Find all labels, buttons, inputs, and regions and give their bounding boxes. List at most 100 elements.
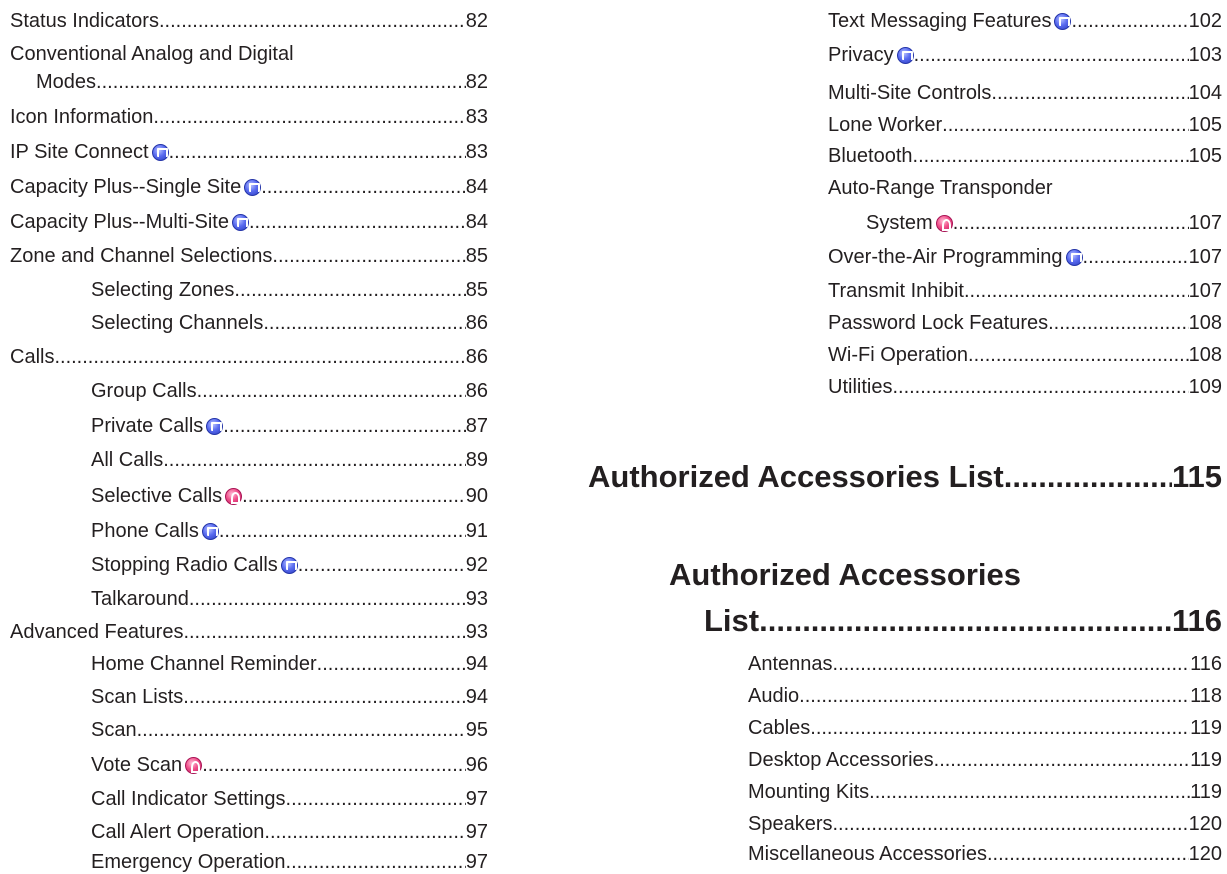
toc-entry[interactable]: Wi-Fi Operation 108: [828, 343, 1222, 367]
toc-page-number: 108: [1188, 344, 1222, 366]
toc-entry-title: Desktop Accessories: [748, 749, 934, 771]
toc-entry[interactable]: Multi-Site Controls 104: [828, 81, 1222, 105]
toc-page-number: 86: [465, 346, 488, 368]
toc-entry[interactable]: Antennas 116: [748, 652, 1222, 676]
toc-entry-title: Phone Calls: [91, 520, 199, 542]
toc-page-number: 93: [465, 621, 488, 643]
toc-page-number: 93: [465, 588, 488, 610]
toc-entry[interactable]: Scan 95: [91, 718, 488, 742]
toc-page-number: 107: [1188, 246, 1222, 268]
toc-entry[interactable]: Status Indicators 82: [10, 9, 488, 33]
toc-page-number: 104: [1188, 82, 1222, 104]
toc-entry[interactable]: IP Site Connect 83: [10, 140, 488, 164]
toc-page-number: 120: [1188, 813, 1222, 835]
toc-entry-title: Call Alert Operation: [91, 821, 265, 843]
analog-mode-icon: [225, 487, 243, 505]
toc-page-number: 97: [465, 851, 488, 873]
toc-page-number: 109: [1188, 376, 1222, 398]
toc-entry[interactable]: Utilities 109: [828, 375, 1222, 399]
digital-mode-icon: [206, 417, 224, 435]
toc-page-number: 86: [465, 380, 488, 402]
toc-page-number: 119: [1190, 717, 1222, 739]
toc-entry[interactable]: System 107: [866, 211, 1222, 235]
toc-chapter-heading[interactable]: Authorized Accessories List 115: [588, 459, 1222, 495]
toc-chapter-heading[interactable]: List 116: [704, 603, 1222, 639]
chapter-title[interactable]: Authorized Accessories: [669, 557, 1021, 593]
toc-entry-title: Miscellaneous Accessories: [748, 843, 987, 865]
toc-page-number: 119: [1190, 781, 1222, 803]
toc-entry[interactable]: Lone Worker 105: [828, 113, 1222, 137]
toc-page-number: 107: [1188, 212, 1222, 234]
digital-mode-icon: [1065, 248, 1083, 266]
toc-entry[interactable]: Over-the-Air Programming 107: [828, 245, 1222, 269]
toc-entry-title: Multi-Site Controls: [828, 82, 992, 104]
analog-mode-icon: [185, 756, 203, 774]
toc-page-number: 108: [1188, 312, 1222, 334]
toc-entry-title: Vote Scan: [91, 754, 183, 776]
toc-entry[interactable]: Call Alert Operation 97: [91, 820, 488, 844]
toc-entry[interactable]: Selecting Zones 85: [91, 278, 488, 302]
toc-entry-title: Advanced Features: [10, 621, 184, 643]
toc-entry[interactable]: Private Calls 87: [91, 414, 488, 438]
toc-entry[interactable]: Text Messaging Features 102: [828, 9, 1222, 33]
analog-mode-icon: [935, 214, 953, 232]
toc-entry-title: Lone Worker: [828, 114, 943, 136]
toc-page-number: 102: [1188, 10, 1222, 32]
toc-entry-title: IP Site Connect: [10, 141, 149, 163]
toc-entry[interactable]: Icon Information 83: [10, 105, 488, 129]
toc-entry[interactable]: Audio 118: [748, 684, 1222, 708]
toc-entry[interactable]: Zone and Channel Selections 85: [10, 244, 488, 268]
toc-page-number: 90: [465, 485, 488, 507]
chapter-page-number: 116: [1171, 603, 1222, 638]
toc-entry[interactable]: Desktop Accessories 119: [748, 748, 1222, 772]
toc-page-number: 119: [1190, 749, 1222, 771]
toc-entry-title: Antennas: [748, 653, 833, 675]
toc-entry[interactable]: Stopping Radio Calls 92: [91, 553, 488, 577]
toc-entry-title: Text Messaging Features: [828, 10, 1052, 32]
toc-entry-title: Private Calls: [91, 415, 204, 437]
toc-entry[interactable]: Mounting Kits 119: [748, 780, 1222, 804]
toc-entry[interactable]: Phone Calls 91: [91, 519, 488, 543]
toc-page-number: 120: [1188, 843, 1222, 865]
toc-entry[interactable]: Capacity Plus--Multi-Site 84: [10, 210, 488, 234]
toc-page-number: 84: [465, 211, 488, 233]
toc-page-number: 96: [465, 754, 488, 776]
toc-entry[interactable]: Group Calls 86: [91, 379, 488, 403]
toc-entry[interactable]: Modes 82: [36, 70, 488, 94]
toc-entry[interactable]: Emergency Operation 97: [91, 850, 488, 874]
toc-entry[interactable]: Selecting Channels 86: [91, 311, 488, 335]
toc-entry-title: All Calls: [91, 449, 164, 471]
toc-entry-title: Capacity Plus--Multi-Site: [10, 211, 229, 233]
toc-entry[interactable]: Transmit Inhibit 107: [828, 279, 1222, 303]
toc-page-number: 83: [465, 106, 488, 128]
toc-entry[interactable]: Home Channel Reminder 94: [91, 652, 488, 676]
toc-page-number: 86: [465, 312, 488, 334]
digital-mode-icon: [151, 143, 169, 161]
toc-entry[interactable]: Selective Calls 90: [91, 484, 488, 508]
toc-entry[interactable]: Privacy 103: [828, 43, 1222, 67]
toc-entry[interactable]: Vote Scan 96: [91, 753, 488, 777]
toc-page-number: 87: [465, 415, 488, 437]
toc-entry-title: Home Channel Reminder: [91, 653, 317, 675]
toc-entry-title[interactable]: Auto-Range Transponder: [828, 176, 1053, 200]
toc-entry[interactable]: Advanced Features 93: [10, 620, 488, 644]
toc-entry[interactable]: Speakers 120: [748, 812, 1222, 836]
toc-entry[interactable]: Bluetooth 105: [828, 144, 1222, 168]
toc-entry[interactable]: Miscellaneous Accessories 120: [748, 842, 1222, 866]
toc-entry-title[interactable]: Conventional Analog and Digital: [10, 42, 294, 66]
toc-entry-title: Selecting Channels: [91, 312, 264, 334]
toc-entry[interactable]: Call Indicator Settings 97: [91, 787, 488, 811]
toc-entry[interactable]: Capacity Plus--Single Site 84: [10, 175, 488, 199]
toc-entry-title: Password Lock Features: [828, 312, 1049, 334]
toc-entry-title: Mounting Kits: [748, 781, 870, 803]
toc-entry-title: Transmit Inhibit: [828, 280, 964, 302]
toc-entry[interactable]: Talkaround 93: [91, 587, 488, 611]
toc-entry[interactable]: All Calls 89: [91, 448, 488, 472]
chapter-page-number: 115: [1171, 459, 1222, 494]
toc-entry[interactable]: Password Lock Features 108: [828, 311, 1222, 335]
toc-entry[interactable]: Calls 86: [10, 345, 488, 369]
toc-entry[interactable]: Cables 119: [748, 716, 1222, 740]
toc-page-number: 92: [465, 554, 488, 576]
toc-entry[interactable]: Scan Lists 94: [91, 685, 488, 709]
toc-page-number: 85: [465, 245, 488, 267]
